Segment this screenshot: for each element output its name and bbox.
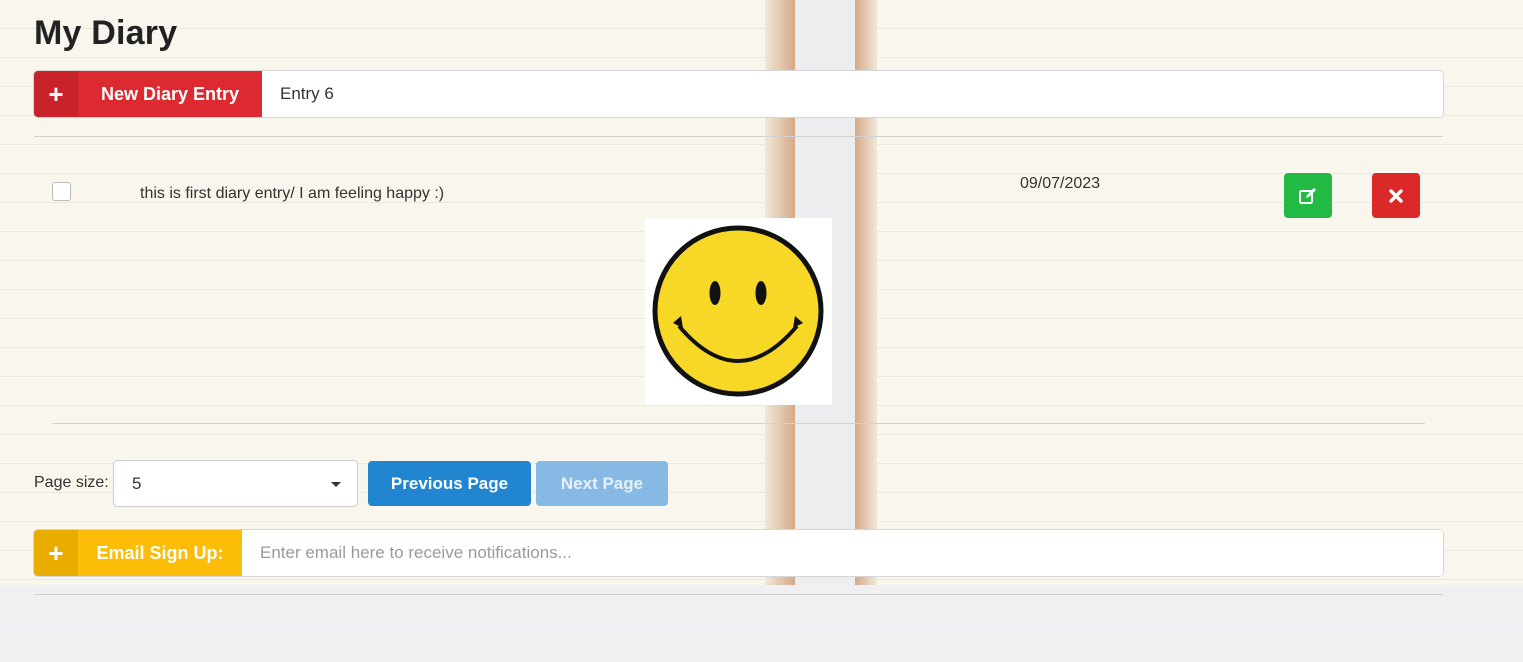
plus-icon[interactable]: + xyxy=(34,71,78,117)
divider xyxy=(34,594,1443,595)
divider xyxy=(52,423,1425,424)
plus-icon[interactable]: + xyxy=(34,530,78,576)
page-size-label: Page size: xyxy=(34,474,109,491)
email-signup-group: + Email Sign Up: xyxy=(34,530,1443,576)
edit-button[interactable] xyxy=(1284,173,1332,218)
email-input[interactable] xyxy=(242,530,1443,576)
edit-icon xyxy=(1299,187,1316,204)
delete-button[interactable] xyxy=(1372,173,1420,218)
entry-date: 09/07/2023 xyxy=(1020,175,1101,192)
new-entry-input[interactable] xyxy=(262,71,1443,117)
page-size-select[interactable]: 5 xyxy=(113,460,358,507)
divider xyxy=(34,136,1443,137)
email-signup-button[interactable]: Email Sign Up: xyxy=(78,530,242,576)
previous-page-button[interactable]: Previous Page xyxy=(368,461,531,506)
new-entry-button[interactable]: New Diary Entry xyxy=(78,71,262,117)
close-icon xyxy=(1389,188,1403,203)
page-size-value: 5 xyxy=(132,473,142,493)
next-page-button[interactable]: Next Page xyxy=(536,461,668,506)
caret-down-icon xyxy=(331,482,341,487)
entry-checkbox[interactable] xyxy=(52,182,71,201)
page-title: My Diary xyxy=(34,14,178,52)
new-entry-group: + New Diary Entry xyxy=(34,71,1443,117)
entry-text: this is first diary entry/ I am feeling … xyxy=(140,185,445,202)
smiley-face-image xyxy=(645,218,832,405)
